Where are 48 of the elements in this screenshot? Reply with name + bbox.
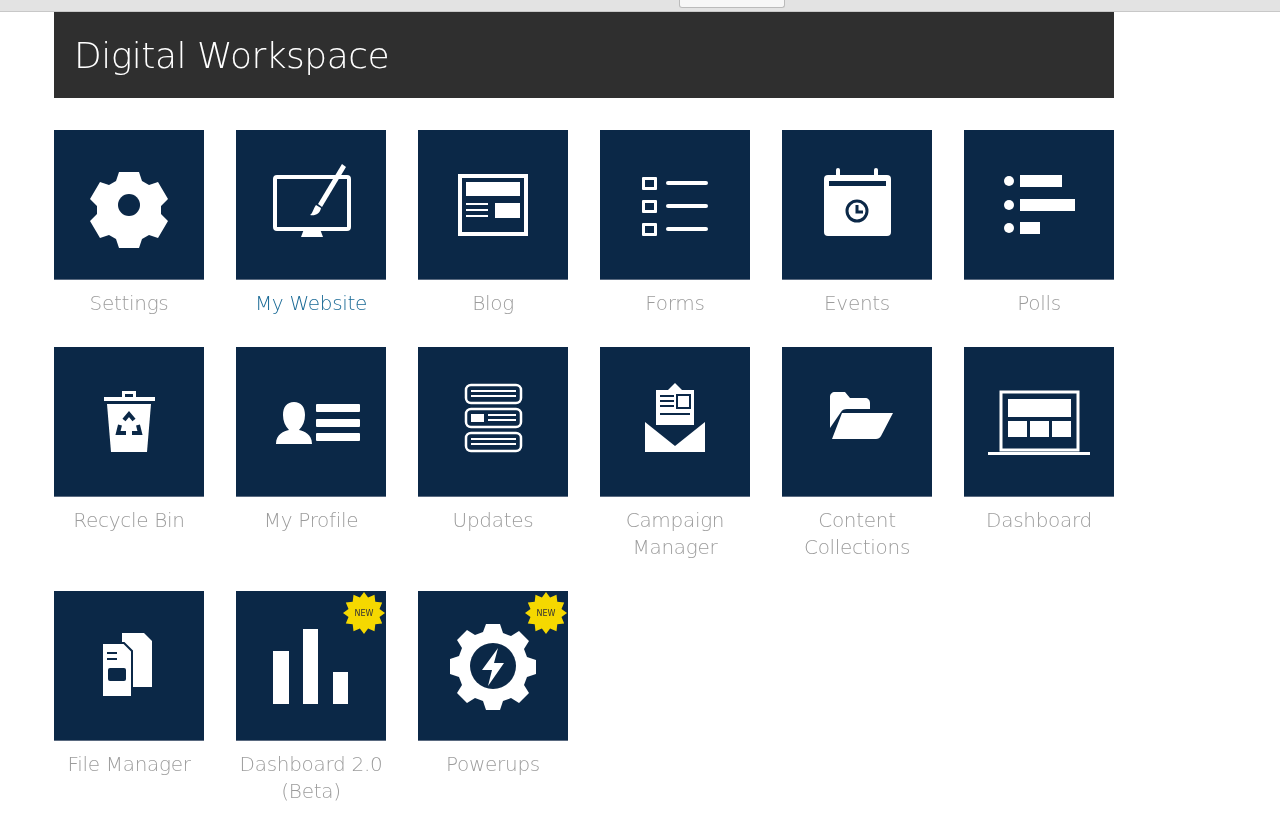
open-envelope-icon [645,383,705,452]
app-tile[interactable] [964,347,1114,497]
calendar-clock-icon [824,168,891,236]
page-title: Digital Workspace [74,34,390,76]
app-tile[interactable] [418,347,568,497]
app-tile[interactable] [54,591,204,741]
tile-label[interactable]: Dashboard [954,507,1124,534]
profile-card-icon [276,402,360,444]
app-tile[interactable] [54,130,204,280]
tile-label[interactable]: Events [772,290,942,317]
tile-label[interactable]: Updates [408,507,578,534]
monitor-brush-icon [273,164,351,237]
app-tile[interactable] [418,130,568,280]
recycle-bin-icon [104,391,155,452]
app-tile[interactable]: NEW [418,591,568,741]
checklist-icon [642,177,708,236]
tile-label[interactable]: Powerups [408,751,578,778]
app-tile[interactable] [600,347,750,497]
stacked-cards-icon [464,383,523,453]
tile-label[interactable]: Forms [590,290,760,317]
tile-label[interactable]: Polls [954,290,1124,317]
tile-label[interactable]: Content Collections [772,507,942,561]
tile-label[interactable]: My Profile [226,507,396,534]
app-tile[interactable] [600,130,750,280]
gear-bolt-icon [450,624,536,710]
bullet-list-icon [1004,175,1075,234]
new-badge: NEW [524,591,568,635]
documents-icon [101,633,152,698]
bar-chart-icon [273,629,348,704]
gear-icon [90,172,168,248]
app-tile[interactable] [236,130,386,280]
app-tile[interactable]: NEW [236,591,386,741]
tile-label[interactable]: Blog [408,290,578,317]
tile-label[interactable]: File Manager [44,751,214,778]
tile-label[interactable]: Dashboard 2.0 (Beta) [226,751,396,805]
new-badge: NEW [342,591,386,635]
folder-icon [830,392,893,439]
app-tile[interactable] [782,130,932,280]
app-tile[interactable] [236,347,386,497]
tile-label[interactable]: Campaign Manager [590,507,760,561]
newspaper-icon [458,174,528,236]
app-tile[interactable] [54,347,204,497]
tile-label[interactable]: Settings [44,290,214,317]
app-tile[interactable] [964,130,1114,280]
tile-label[interactable]: Recycle Bin [44,507,214,534]
tile-label[interactable]: My Website [226,290,396,317]
laptop-layout-icon [988,390,1090,455]
app-tile[interactable] [782,347,932,497]
